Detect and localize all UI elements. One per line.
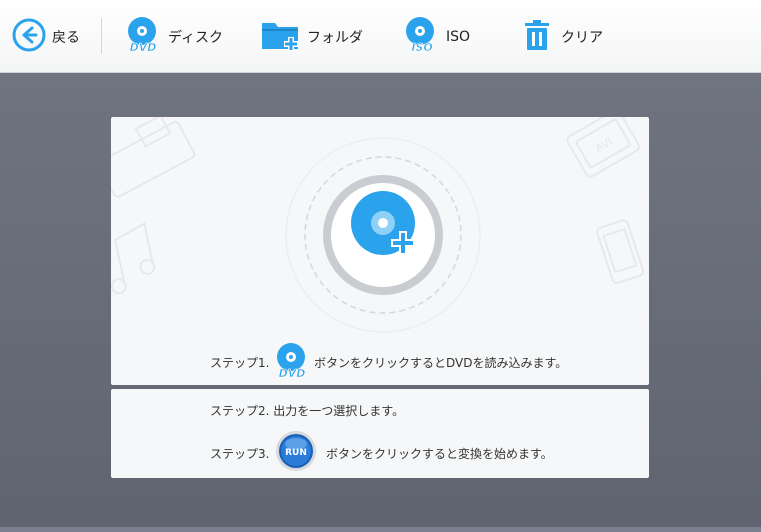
clear-label: クリア (561, 30, 603, 46)
back-label: 戻る (52, 30, 80, 46)
folder-add-icon (261, 17, 301, 57)
avi-badge-text: AVI (593, 135, 615, 155)
workspace-bottom-edge (0, 527, 761, 532)
load-disc-panel[interactable]: AVI ステップ1. DVD ボタンをクリックするとDVDを読み込みます。 (111, 117, 649, 385)
steps-panel: ステップ2. 出力を一つ選択します。 ステップ3. RUN ボタンをクリックする… (111, 389, 649, 478)
step1-dvd-badge-text: DVD (279, 367, 306, 380)
load-folder-button[interactable]: フォルダ (261, 18, 363, 56)
toolbar-divider (101, 18, 102, 54)
add-disc-icon (351, 191, 415, 255)
iso-disc-icon: ISO (402, 16, 440, 58)
iso-badge-text: ISO (411, 41, 432, 54)
run-icon: RUN (275, 430, 317, 476)
step3-prefix: ステップ3. (210, 447, 270, 461)
add-disc-target[interactable] (283, 135, 483, 335)
folder-label: フォルダ (307, 30, 363, 46)
dvd-badge-text: DVD (130, 41, 157, 54)
trash-icon (521, 18, 555, 56)
back-arrow-icon (12, 18, 46, 56)
dvd-disc-icon: DVD (124, 16, 162, 58)
step1-dvd-icon: DVD (274, 342, 310, 384)
load-disc-button[interactable]: DVD ディスク (124, 16, 224, 58)
back-button[interactable]: 戻る (12, 18, 80, 56)
load-iso-button[interactable]: ISO ISO (402, 16, 471, 58)
clear-button[interactable]: クリア (521, 18, 603, 56)
step1-prefix: ステップ1. (210, 356, 270, 370)
step1-text: ボタンをクリックするとDVDを読み込みます。 (314, 356, 568, 370)
disc-label: ディスク (168, 30, 224, 46)
toolbar: 戻る DVD ディスク フォルダ ISO ISO クリア (0, 0, 761, 73)
iso-label: ISO (446, 29, 471, 45)
step3-text: ボタンをクリックすると変換を始めます。 (326, 447, 553, 461)
step2-text: ステップ2. 出力を一つ選択します。 (210, 404, 405, 418)
run-badge-text: RUN (285, 448, 307, 458)
